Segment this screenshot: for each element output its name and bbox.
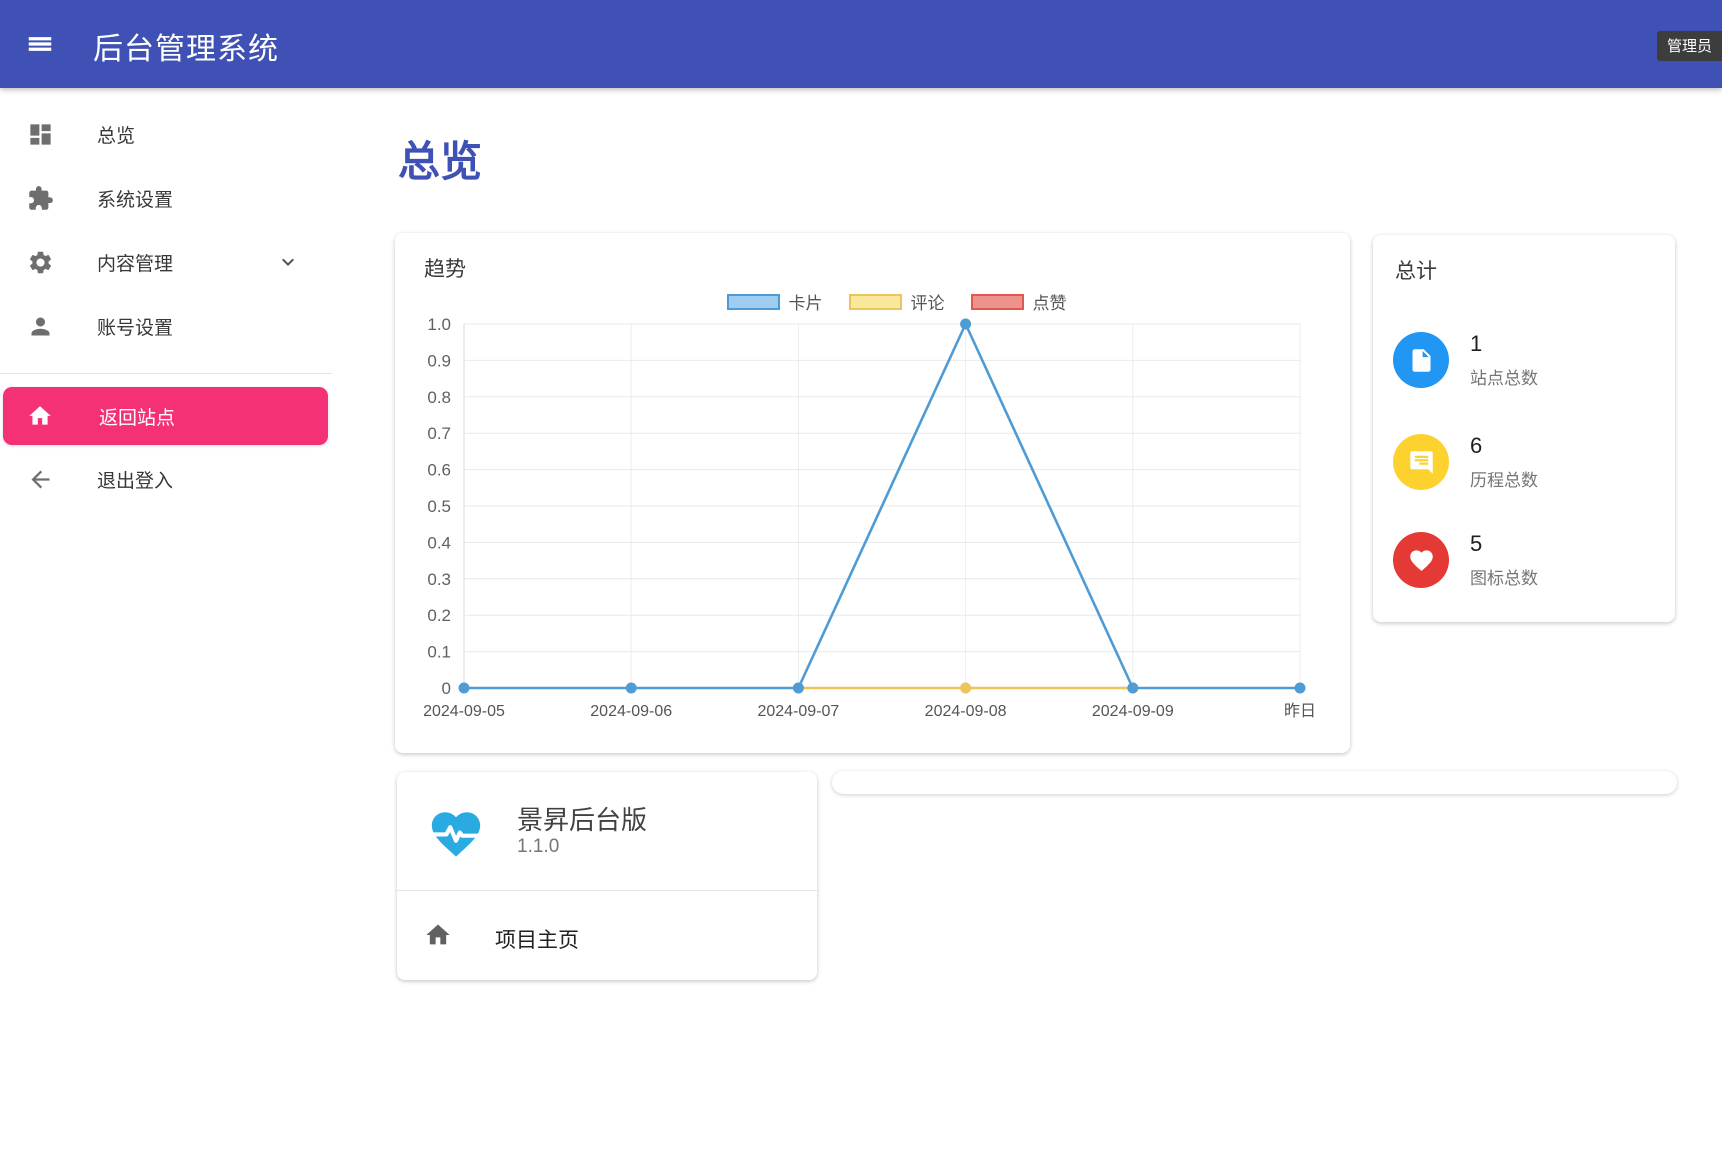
svg-text:0.2: 0.2 xyxy=(427,606,451,625)
home-icon xyxy=(424,921,452,949)
back-to-site-button[interactable]: 返回站点 xyxy=(3,387,328,445)
svg-text:昨日: 昨日 xyxy=(1284,702,1316,720)
stat-label: 图标总数 xyxy=(1470,564,1538,589)
stat-row-icons: 5 图标总数 xyxy=(1393,531,1538,589)
sidebar-item-account-settings[interactable]: 账号设置 xyxy=(0,294,332,358)
person-icon xyxy=(27,313,54,340)
comment-icon xyxy=(1393,434,1449,490)
stat-value: 1 xyxy=(1470,331,1538,357)
logout-button[interactable]: 退出登入 xyxy=(0,447,332,511)
sidebar-item-label: 总览 xyxy=(97,121,135,148)
admin-dashboard: 后台管理系统 管理员 总览 系统设置 内容管理 账号设置 返回站点 退出登入 xyxy=(0,0,1722,1170)
svg-text:0.6: 0.6 xyxy=(427,461,451,480)
svg-text:0.3: 0.3 xyxy=(427,570,451,589)
trend-line-chart: 1.0 0.9 0.8 0.7 0.6 0.5 0.4 0.3 0.2 0.1 0 2024-09-0… xyxy=(395,233,1350,753)
svg-text:0.9: 0.9 xyxy=(427,351,451,370)
version-info-card: 景昇后台版 1.1.0 项目主页 xyxy=(397,772,817,980)
back-to-site-label: 返回站点 xyxy=(99,403,175,430)
svg-text:2024-09-06: 2024-09-06 xyxy=(590,703,672,720)
svg-text:2024-09-07: 2024-09-07 xyxy=(757,703,839,720)
sidebar-item-label: 内容管理 xyxy=(97,249,173,276)
sidebar: 总览 系统设置 内容管理 账号设置 返回站点 退出登入 xyxy=(0,88,332,1170)
svg-text:0.7: 0.7 xyxy=(427,424,451,443)
dashboard-icon xyxy=(27,121,54,148)
user-role-badge: 管理员 xyxy=(1657,31,1722,61)
sidebar-divider xyxy=(0,373,332,374)
sidebar-item-overview[interactable]: 总览 xyxy=(0,102,332,166)
arrow-back-icon xyxy=(27,466,54,493)
sidebar-item-label: 账号设置 xyxy=(97,313,173,340)
heart-pulse-icon xyxy=(427,805,485,863)
sidebar-item-label: 系统设置 xyxy=(97,185,173,212)
gear-icon xyxy=(27,249,54,276)
svg-text:2024-09-09: 2024-09-09 xyxy=(1092,703,1174,720)
stat-row-sites: 1 站点总数 xyxy=(1393,331,1538,389)
stat-label: 站点总数 xyxy=(1470,364,1538,389)
svg-text:0.5: 0.5 xyxy=(427,497,451,516)
stat-row-journeys: 6 历程总数 xyxy=(1393,433,1538,491)
hamburger-menu-icon[interactable] xyxy=(25,29,55,59)
heart-icon xyxy=(1393,532,1449,588)
sidebar-item-system-settings[interactable]: 系统设置 xyxy=(0,166,332,230)
svg-text:2024-09-08: 2024-09-08 xyxy=(925,703,1007,720)
product-version: 1.1.0 xyxy=(517,836,559,858)
app-title: 后台管理系统 xyxy=(93,24,279,68)
totals-card: 总计 1 站点总数 6 历程总数 5 图 xyxy=(1373,235,1675,622)
topbar: 后台管理系统 管理员 xyxy=(0,0,1722,88)
puzzle-icon xyxy=(27,185,54,212)
svg-text:0.1: 0.1 xyxy=(427,643,451,662)
file-icon xyxy=(1393,332,1449,388)
totals-title: 总计 xyxy=(1395,255,1437,285)
project-home-link[interactable]: 项目主页 xyxy=(397,891,817,980)
svg-text:2024-09-05: 2024-09-05 xyxy=(423,703,505,720)
stat-value: 6 xyxy=(1470,433,1538,459)
svg-text:0.4: 0.4 xyxy=(427,533,451,552)
stat-label: 历程总数 xyxy=(1470,466,1538,491)
empty-card xyxy=(832,771,1677,794)
product-name: 景昇后台版 xyxy=(517,800,647,837)
page-title: 总览 xyxy=(398,128,482,189)
sidebar-item-content-management[interactable]: 内容管理 xyxy=(0,230,332,294)
trend-chart-card: 趋势 卡片评论点赞 1.00.90.80.70.60.50.40.30.20.1… xyxy=(395,233,1350,753)
home-icon xyxy=(27,403,53,429)
chevron-down-icon[interactable] xyxy=(276,250,300,274)
svg-text:0.8: 0.8 xyxy=(427,388,451,407)
logout-label: 退出登入 xyxy=(97,466,173,493)
stat-value: 5 xyxy=(1470,531,1538,557)
svg-text:1.0: 1.0 xyxy=(427,315,451,334)
svg-text:0: 0 xyxy=(442,679,451,698)
project-home-label: 项目主页 xyxy=(495,924,579,954)
